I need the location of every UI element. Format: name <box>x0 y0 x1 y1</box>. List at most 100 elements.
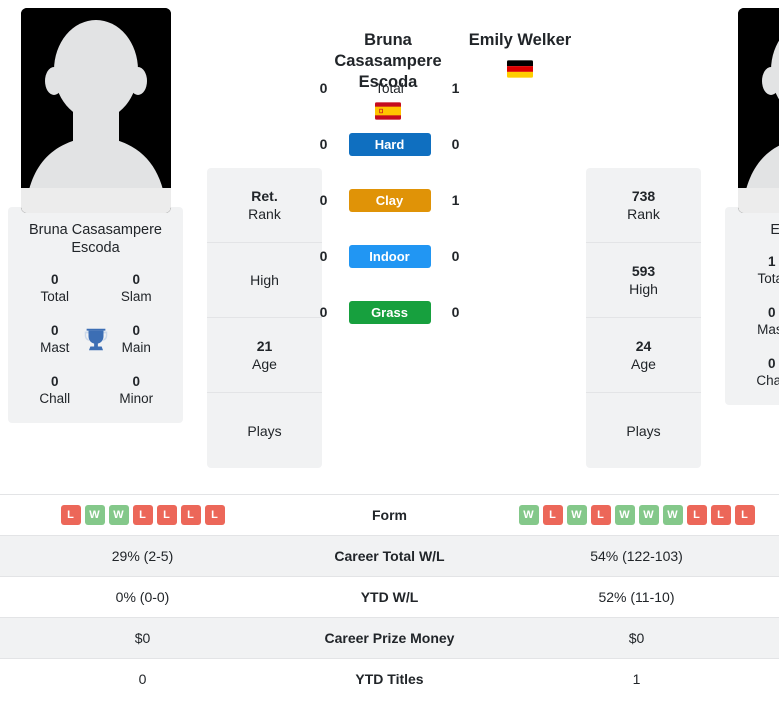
surface-row-grass: 0 Grass 0 <box>316 284 464 340</box>
title-label: Minor <box>119 391 154 406</box>
form-cell-left: LWWLLLL <box>0 495 285 536</box>
surface-row-indoor: 0 Indoor 0 <box>316 228 464 284</box>
player-photo-right <box>737 8 779 213</box>
stat-row-rank-left: Ret. Rank <box>207 168 322 243</box>
table-row-label: Form <box>372 507 407 523</box>
title-cell-total-left: 0 Total <box>14 271 96 305</box>
stat-label: Rank <box>248 206 281 222</box>
stat-row-age-left: 21 Age <box>207 318 322 393</box>
stat-value: 21 <box>256 338 273 354</box>
h2h-right-value: 1 <box>451 192 460 208</box>
table-cell-right: 1 <box>632 671 641 687</box>
form-badges-left: LWWLLLL <box>10 505 275 525</box>
form-badge-loss: L <box>686 505 707 525</box>
surface-row-clay: 0 Clay 1 <box>316 172 464 228</box>
h2h-left-value: 0 <box>319 304 328 320</box>
title-value: 0 <box>50 374 59 389</box>
title-value: 0 <box>50 272 59 287</box>
player-comparison-page: Bruna Casasampere Escoda 0 Total 0 Slam … <box>0 0 779 719</box>
h2h-right-value: 0 <box>451 304 460 320</box>
stat-value: 738 <box>631 188 656 204</box>
title-label: Chall <box>39 391 71 406</box>
table-row-career-prize-money: $0 Career Prize Money $0 <box>0 617 779 659</box>
player-name-block-right[interactable]: Emily Welker <box>454 30 586 78</box>
table-cell-right: 52% (11-10) <box>598 589 675 605</box>
table-row-career-total-wl: 29% (2-5) Career Total W/L 54% (122-103) <box>0 535 779 577</box>
player-card-name-left: Bruna Casasampere Escoda <box>29 222 162 256</box>
player-card-body-left: Bruna Casasampere Escoda 0 Total 0 Slam … <box>8 207 183 423</box>
stat-label: Age <box>631 356 656 372</box>
player-card-body-right: Emily Welker 1 Total 0 Slam 0 Mast <box>725 207 779 405</box>
h2h-left-value: 0 <box>319 80 328 96</box>
stat-row-high-left: High <box>207 243 322 318</box>
avatar-placeholder-icon <box>737 8 779 213</box>
title-value: 1 <box>767 254 776 269</box>
title-cell-chall-right: 0 Chall <box>731 355 779 389</box>
h2h-left-value: 0 <box>319 192 328 208</box>
table-row-ytd-wl: 0% (0-0) YTD W/L 52% (11-10) <box>0 576 779 618</box>
stat-label: Age <box>252 356 277 372</box>
stat-row-high-right: 593 High <box>586 243 701 318</box>
player-card-left[interactable]: Bruna Casasampere Escoda 0 Total 0 Slam … <box>8 8 183 423</box>
table-row-label: YTD W/L <box>360 589 419 605</box>
player-photo-left <box>20 8 171 213</box>
table-cell-left: $0 <box>134 630 151 646</box>
h2h-left-value: 0 <box>319 248 328 264</box>
form-cell-right: WLWLWWWLLL <box>494 495 779 536</box>
form-badge-loss: L <box>734 505 755 525</box>
comparison-header: Bruna Casasampere Escoda 0 Total 0 Slam … <box>0 0 779 494</box>
form-badges-right: WLWLWWWLLL <box>504 505 769 525</box>
table-cell-right: $0 <box>628 630 645 646</box>
title-label: Total <box>757 271 779 286</box>
table-cell-left: 0 <box>138 671 147 687</box>
title-label: Chall <box>756 373 779 388</box>
title-label: Mast <box>757 322 779 337</box>
form-badge-loss: L <box>60 505 81 525</box>
form-badge-win: W <box>662 505 683 525</box>
head-to-head-panel: Bruna Casasampere Escoda Emily Welker 0 … <box>320 8 586 324</box>
stat-row-plays-left: Plays <box>207 393 322 468</box>
stat-row-age-right: 24 Age <box>586 318 701 393</box>
stat-label: Rank <box>627 206 660 222</box>
table-row-ytd-titles: 0 YTD Titles 1 <box>0 658 779 700</box>
surface-breakdown-list: 0 Total 1 0 Hard 0 0 Clay 1 0 Indoor 0 0… <box>316 60 464 340</box>
player-name-right: Emily Welker <box>468 31 572 49</box>
player-card-right[interactable]: Emily Welker 1 Total 0 Slam 0 Mast <box>725 8 779 405</box>
form-badge-loss: L <box>156 505 177 525</box>
h2h-right-value: 0 <box>451 248 460 264</box>
form-badge-loss: L <box>180 505 201 525</box>
title-cell-chall-left: 0 Chall <box>14 373 96 407</box>
stat-value: 24 <box>635 338 652 354</box>
stat-label: High <box>250 272 279 288</box>
title-cell-slam-left: 0 Slam <box>96 271 178 305</box>
surface-badge-indoor: Indoor <box>348 244 431 268</box>
stat-stack-left: Ret. Rank High 21 Age Plays <box>207 168 322 468</box>
table-row-label: Career Total W/L <box>334 548 445 564</box>
stat-row-rank-right: 738 Rank <box>586 168 701 243</box>
form-badge-win: W <box>614 505 635 525</box>
form-badge-win: W <box>108 505 129 525</box>
table-cell-right: 54% (122-103) <box>590 548 683 564</box>
form-badge-win: W <box>638 505 659 525</box>
form-badge-loss: L <box>710 505 731 525</box>
avatar-placeholder-icon <box>20 8 171 213</box>
surface-badge-clay: Clay <box>348 188 431 212</box>
title-cell-total-right: 1 Total <box>731 253 779 287</box>
form-badge-win: W <box>518 505 539 525</box>
trophy-icon <box>81 324 111 354</box>
titles-grid-left: 0 Total 0 Slam 0 Mast 0 Main 0 Chall 0 M… <box>14 271 177 407</box>
form-badge-win: W <box>84 505 105 525</box>
table-row-label: Career Prize Money <box>324 630 455 646</box>
h2h-left-value: 0 <box>319 136 328 152</box>
comparison-stats-table: LWWLLLL Form WLWLWWWLLL 29% (2-5) Career… <box>0 494 779 700</box>
surface-badge-grass: Grass <box>348 300 431 324</box>
h2h-right-value: 1 <box>451 80 460 96</box>
stat-value: 593 <box>631 263 656 279</box>
flag-germany-icon <box>507 60 533 78</box>
title-value: 0 <box>132 272 140 287</box>
surface-row-total: 0 Total 1 <box>316 60 464 116</box>
surface-row-hard: 0 Hard 0 <box>316 116 464 172</box>
titles-grid-right: 1 Total 0 Slam 0 Mast 0 Main <box>731 253 779 389</box>
title-label: Total <box>40 289 70 304</box>
form-badge-win: W <box>566 505 587 525</box>
